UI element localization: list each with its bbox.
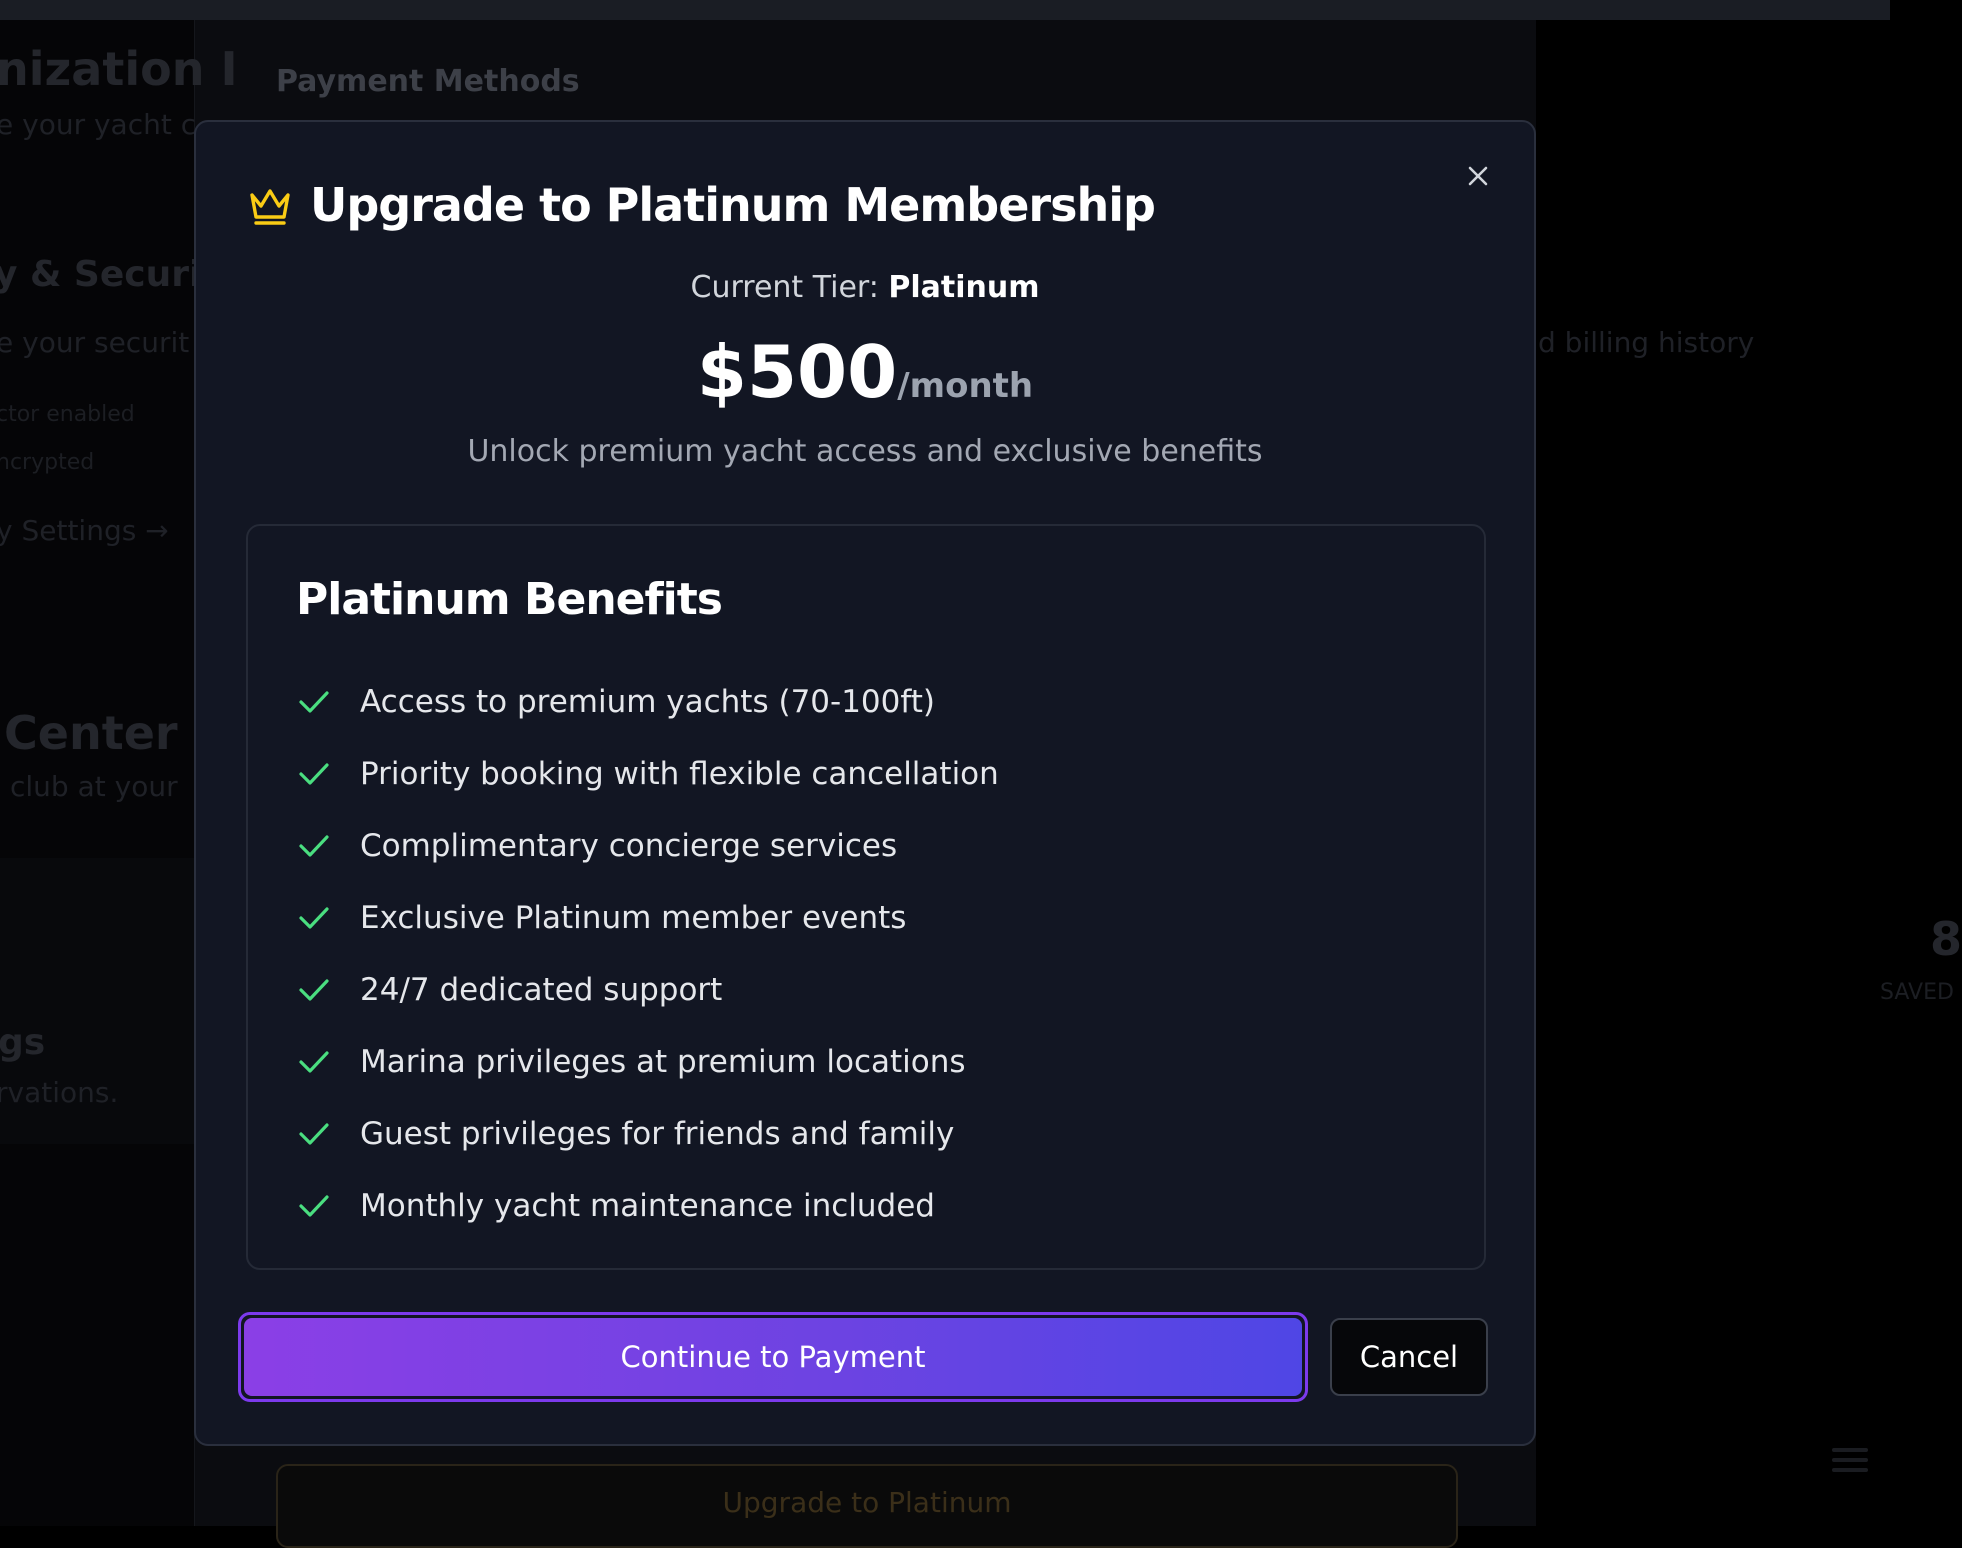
benefits-list: Access to premium yachts (70-100ft) Prio… [296, 666, 999, 1242]
close-button[interactable] [1458, 156, 1498, 196]
modal-title: Upgrade to Platinum Membership [310, 178, 1156, 232]
background-fragment: e your securit [0, 326, 190, 359]
benefit-item: Exclusive Platinum member events [296, 882, 999, 954]
benefit-text: Guest privileges for friends and family [360, 1116, 955, 1152]
check-icon [299, 763, 329, 785]
modal-header: Upgrade to Platinum Membership [246, 178, 1156, 232]
check-icon [299, 835, 329, 857]
benefit-item: Access to premium yachts (70-100ft) [296, 666, 999, 738]
benefit-text: Priority booking with flexible cancellat… [360, 756, 999, 792]
check-icon [299, 1123, 329, 1145]
background-fragment: y Settings → [0, 514, 169, 547]
crown-icon [250, 189, 290, 225]
price: $500/month [196, 330, 1534, 414]
background-fragment: club at your [10, 770, 178, 803]
modal-subtitle: Unlock premium yacht access and exclusiv… [467, 434, 1263, 469]
background-section-title: Payment Methods [276, 64, 580, 99]
background-fragment: e your yacht c [0, 108, 197, 141]
background-fragment: ncrypted [0, 450, 95, 475]
background-fragment: 8 [1930, 912, 1962, 966]
benefit-text: Complimentary concierge services [360, 828, 898, 864]
check-icon [299, 691, 329, 713]
check-icon [299, 979, 329, 1001]
current-tier-value: Platinum [888, 270, 1040, 305]
benefit-item: Guest privileges for friends and family [296, 1098, 999, 1170]
current-tier-label: Current Tier: [690, 270, 879, 305]
background-fragment: rvations. [0, 1076, 119, 1109]
browser-top-bar [0, 0, 1890, 22]
benefit-item: Complimentary concierge services [296, 810, 999, 882]
benefit-item: Marina privileges at premium locations [296, 1026, 999, 1098]
benefits-title: Platinum Benefits [296, 574, 723, 625]
benefit-text: Access to premium yachts (70-100ft) [360, 684, 935, 720]
background-fragment: d billing history [1538, 326, 1755, 359]
benefit-text: 24/7 dedicated support [360, 972, 723, 1008]
continue-to-payment-label: Continue to Payment [244, 1318, 1302, 1396]
background-fragment: ctor enabled [0, 402, 135, 427]
background-fragment: SAVED [1880, 980, 1954, 1005]
price-period: /month [897, 366, 1034, 406]
benefit-text: Monthly yacht maintenance included [360, 1188, 935, 1224]
background-fragment: Center [4, 706, 178, 760]
benefit-text: Exclusive Platinum member events [360, 900, 907, 936]
cancel-button[interactable]: Cancel [1330, 1318, 1488, 1396]
upgrade-modal: Upgrade to Platinum Membership Current T… [194, 120, 1536, 1446]
continue-to-payment-button[interactable]: Continue to Payment [238, 1312, 1308, 1402]
check-icon [299, 1051, 329, 1073]
background-upgrade-button: Upgrade to Platinum [276, 1464, 1458, 1548]
check-icon [299, 907, 329, 929]
check-icon [299, 1195, 329, 1217]
benefit-item: 24/7 dedicated support [296, 954, 999, 1026]
background-upgrade-label: Upgrade to Platinum [722, 1486, 1012, 1519]
background-fragment: nization I [0, 42, 238, 96]
current-tier: Current Tier: Platinum [196, 270, 1534, 305]
benefit-item: Priority booking with flexible cancellat… [296, 738, 999, 810]
benefits-card: Platinum Benefits Access to premium yach… [246, 524, 1486, 1270]
background-right-panel [1536, 20, 1962, 1526]
benefit-item: Monthly yacht maintenance included [296, 1170, 999, 1242]
price-amount: $500 [696, 330, 898, 414]
background-fragment: gs [0, 1022, 46, 1063]
benefit-text: Marina privileges at premium locations [360, 1044, 966, 1080]
close-icon [1468, 166, 1488, 186]
background-menu-icon [1832, 1448, 1868, 1478]
background-fragment: y & Securit [0, 254, 219, 295]
